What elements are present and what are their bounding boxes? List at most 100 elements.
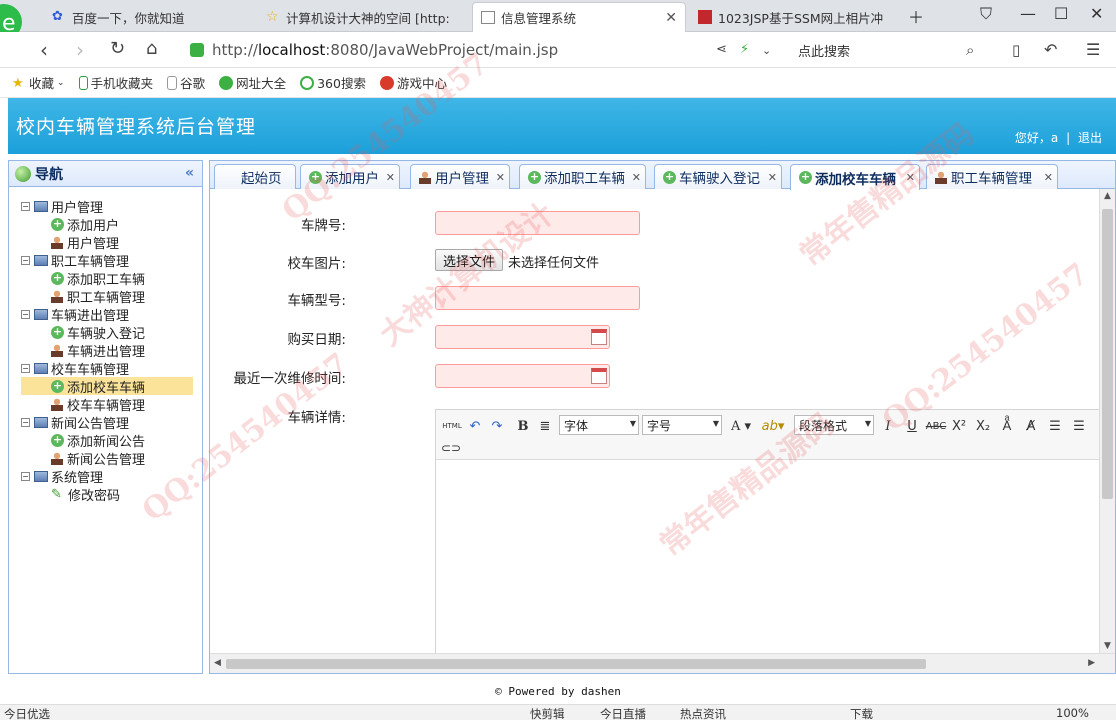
close-icon[interactable]: ✕ (496, 171, 505, 184)
undo-icon[interactable]: ↶ (466, 416, 484, 436)
tree-group-news[interactable]: − 新闻公告管理 (21, 413, 202, 432)
superscript-icon[interactable]: X² (950, 416, 968, 436)
browser-tab-space[interactable]: ☆ 计算机设计大神的空间 [http: (258, 2, 468, 32)
tree-group-system[interactable]: − 系统管理 (21, 467, 202, 486)
subscript-icon[interactable]: X₂ (974, 416, 992, 436)
tree-group-vehicle-inout[interactable]: − 车辆进出管理 (21, 305, 202, 324)
status-hot-news[interactable]: 热点资讯 (680, 706, 726, 720)
collapse-toggle-icon[interactable]: − (21, 201, 30, 211)
tab-user-manage[interactable]: 用户管理 ✕ (410, 164, 510, 189)
align-center-icon[interactable]: ☰ (1070, 416, 1088, 436)
bookmark-360-search[interactable]: 360搜索 (300, 73, 366, 92)
chevron-down-icon[interactable]: ⌄ (762, 44, 771, 57)
url-field[interactable]: http://localhost:8080/JavaWebProject/mai… (190, 36, 710, 64)
close-icon[interactable]: ✕ (386, 171, 395, 184)
tree-group-staff-vehicle[interactable]: − 职工车辆管理 (21, 251, 202, 270)
clear-format-icon[interactable]: Aͣ (998, 416, 1016, 436)
bookmark-game-center[interactable]: 游戏中心 (379, 73, 447, 92)
horizontal-scroll-thumb[interactable] (226, 659, 926, 669)
status-today-picks[interactable]: 今日优选 (4, 706, 50, 720)
collapse-toggle-icon[interactable]: − (21, 471, 30, 481)
editor-body[interactable] (436, 460, 1115, 653)
collapse-toggle-icon[interactable]: − (21, 417, 30, 427)
shirt-skin-icon[interactable]: ⛉ (980, 4, 992, 24)
browser-tab-info-system[interactable]: 信息管理系统 ✕ (472, 2, 686, 32)
collapse-toggle-icon[interactable]: − (21, 309, 30, 319)
close-icon[interactable]: ✕ (768, 171, 777, 184)
align-left-icon[interactable]: ☰ (1046, 416, 1064, 436)
tree-item-add-school-bus[interactable]: + 添加校车车辆 (21, 377, 193, 396)
font-color-icon[interactable]: A ▾ (728, 416, 754, 436)
tab-add-school-bus[interactable]: + 添加校车车辆 ✕ (790, 164, 920, 190)
search-input[interactable]: 点此搜索 (790, 38, 990, 62)
redo-icon[interactable]: ↷ (488, 416, 506, 436)
paragraph-format-select[interactable]: 段落格式 ▼ (794, 415, 874, 435)
collapse-icon[interactable]: « (185, 165, 194, 181)
forward-icon[interactable]: › (76, 38, 84, 62)
bold-icon[interactable]: B (514, 416, 532, 436)
vertical-scrollbar[interactable]: ▲ ▼ (1099, 189, 1115, 653)
tree-item-news-manage[interactable]: 新闻公告管理 (21, 449, 202, 468)
calendar-icon[interactable] (591, 329, 607, 345)
highlight-icon[interactable]: ab▾ (758, 416, 788, 436)
tree-item-school-bus-manage[interactable]: 校车车辆管理 (21, 395, 202, 414)
html-source-button[interactable]: HTML (440, 416, 464, 436)
font-size-select[interactable]: 字号 ▼ (642, 415, 722, 435)
font-family-select[interactable]: 字体 ▼ (559, 415, 639, 435)
maximize-icon[interactable]: ☐ (1054, 4, 1068, 23)
bookmark-directory[interactable]: 网址大全 (219, 73, 286, 92)
repair-date-input[interactable] (435, 364, 610, 388)
scroll-down-icon[interactable]: ▼ (1104, 641, 1111, 651)
status-quick-clip[interactable]: 快剪辑 (530, 706, 565, 720)
lightning-icon[interactable]: ⚡ (740, 42, 749, 57)
remove-format-icon[interactable]: A̸ (1022, 416, 1040, 436)
tab-staff-vehicle-manage[interactable]: 职工车辆管理 ✕ (926, 164, 1058, 189)
tree-item-vehicle-inout-manage[interactable]: 车辆进出管理 (21, 341, 202, 360)
tree-group-school-bus[interactable]: − 校车车辆管理 (21, 359, 202, 378)
close-icon[interactable]: ✕ (632, 171, 641, 184)
tab-add-staff-vehicle[interactable]: + 添加职工车辆 ✕ (519, 164, 646, 189)
phone-icon[interactable]: ▯ (1012, 41, 1020, 59)
collapse-toggle-icon[interactable]: − (21, 255, 30, 265)
link-icon[interactable]: ⊂⊃ (441, 438, 461, 458)
tree-item-add-staff-vehicle[interactable]: + 添加职工车辆 (21, 269, 202, 288)
tree-item-add-news[interactable]: + 添加新闻公告 (21, 431, 202, 450)
plate-input[interactable] (435, 211, 640, 235)
calendar-icon[interactable] (591, 368, 607, 384)
logout-link[interactable]: 退出 (1078, 131, 1102, 145)
tab-vehicle-entry[interactable]: + 车辆驶入登记 ✕ (654, 164, 782, 189)
scroll-up-icon[interactable]: ▲ (1104, 191, 1111, 201)
close-tab-icon[interactable]: ✕ (665, 10, 677, 26)
back-icon[interactable]: ‹ (40, 38, 48, 62)
scroll-right-icon[interactable]: ▶ (1088, 658, 1095, 668)
search-icon[interactable]: ⌕ (966, 41, 974, 59)
status-download[interactable]: 下载 (850, 706, 873, 720)
status-zoom[interactable]: 100% (1056, 706, 1089, 720)
minimize-icon[interactable]: — (1020, 4, 1036, 23)
tree-item-staff-vehicle-manage[interactable]: 职工车辆管理 (21, 287, 202, 306)
home-icon[interactable]: ⌂ (146, 38, 157, 59)
scroll-left-icon[interactable]: ◀ (214, 658, 221, 668)
close-icon[interactable]: ✕ (1044, 171, 1053, 184)
tree-item-vehicle-entry[interactable]: + 车辆驶入登记 (21, 323, 202, 342)
tree-group-user[interactable]: − 用户管理 (21, 197, 202, 216)
share-icon[interactable]: ⋖ (716, 42, 727, 57)
close-window-icon[interactable]: ✕ (1090, 4, 1103, 23)
refresh-icon[interactable]: ↻ (110, 38, 125, 59)
paragraph-icon[interactable]: ≣ (536, 416, 554, 436)
bookmark-mobile[interactable]: 手机收藏夹 (78, 73, 153, 92)
tab-add-user[interactable]: + 添加用户 ✕ (300, 164, 400, 189)
browser-tab-photo[interactable]: 1023JSP基于SSM网上相片冲 (690, 2, 895, 32)
vertical-scroll-thumb[interactable] (1102, 209, 1113, 499)
horizontal-scrollbar[interactable]: ◀ ▶ (210, 653, 1115, 673)
model-input[interactable] (435, 286, 640, 310)
close-icon[interactable]: ✕ (906, 171, 915, 184)
tree-item-change-password[interactable]: ✎ 修改密码 (21, 485, 202, 504)
choose-file-button[interactable]: 选择文件 (435, 249, 504, 271)
buy-date-input[interactable] (435, 325, 610, 349)
strikethrough-icon[interactable]: ABC (926, 416, 947, 436)
undo-icon[interactable]: ↶ (1044, 40, 1057, 59)
bookmark-favorites[interactable]: ★ 收藏 ⌄ (12, 73, 65, 92)
browser-tab-baidu[interactable]: ✿ 百度一下，你就知道 (44, 2, 254, 32)
underline-icon[interactable]: U (904, 416, 920, 436)
